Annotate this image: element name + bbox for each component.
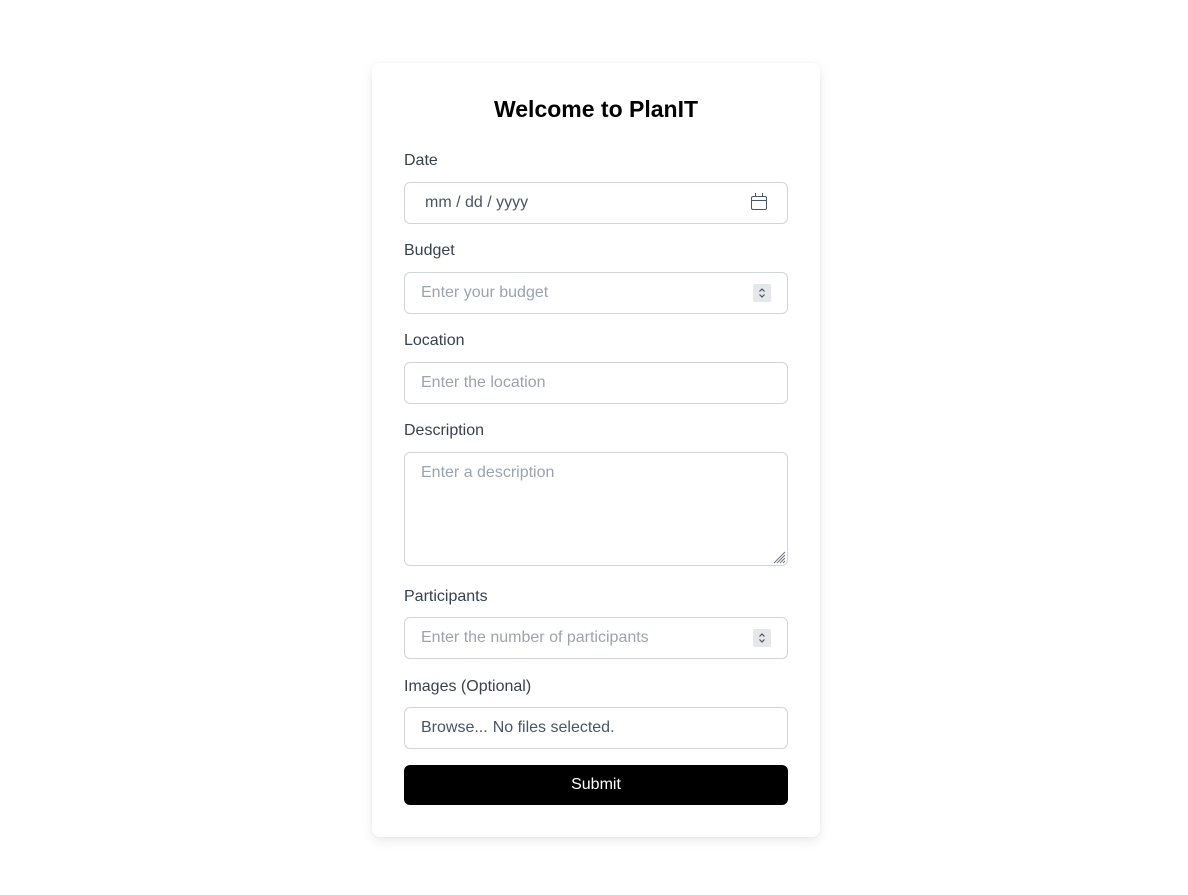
resize-grip-icon[interactable] [772,550,786,564]
budget-placeholder: Enter your budget [421,284,549,301]
description-textarea[interactable]: Enter a description [404,452,788,566]
location-placeholder: Enter the location [421,374,546,391]
participants-label: Participants [404,588,488,605]
calendar-icon[interactable] [751,193,767,210]
date-label: Date [404,152,438,169]
date-input[interactable]: mm / dd / yyyy [404,182,788,224]
images-label: Images (Optional) [404,678,532,695]
participants-placeholder: Enter the number of participants [421,629,649,646]
date-placeholder: mm / dd / yyyy [425,194,529,211]
browse-button[interactable]: Browse... [421,719,488,737]
location-input[interactable]: Enter the location [404,362,788,404]
file-status: No files selected. [492,719,615,736]
location-label: Location [404,332,465,349]
budget-input[interactable]: Enter your budget [404,272,788,314]
description-label: Description [404,422,485,439]
description-placeholder: Enter a description [421,464,555,481]
participants-input[interactable]: Enter the number of participants [404,617,788,659]
submit-button[interactable]: Submit [404,765,788,805]
budget-label: Budget [404,242,455,259]
planit-form-card: Welcome to PlanIT Date mm / dd / yyyy Bu… [372,63,820,837]
budget-spinner-icon[interactable] [753,284,771,302]
participants-spinner-icon[interactable] [753,629,771,647]
form-title: Welcome to PlanIT [493,96,699,122]
images-file-input[interactable]: Browse... No files selected. [404,707,788,749]
